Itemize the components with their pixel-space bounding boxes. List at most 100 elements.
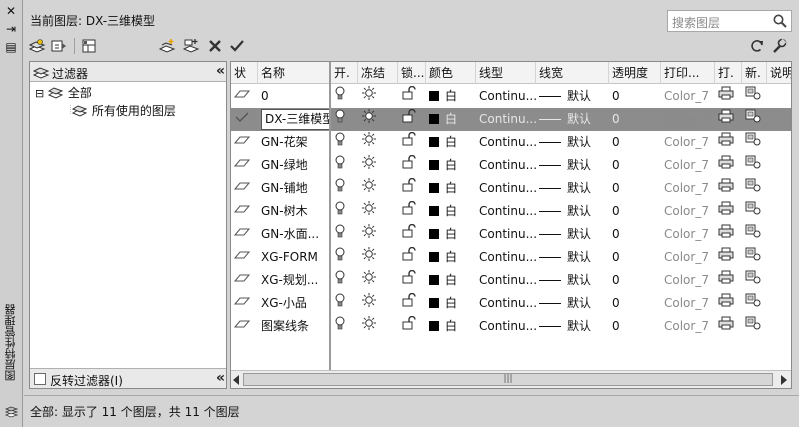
- new-vp-freeze-icon[interactable]: [745, 269, 767, 292]
- color-cell[interactable]: 白: [429, 131, 476, 154]
- layer-transparency[interactable]: 0: [612, 246, 661, 269]
- search-input[interactable]: 搜索图层: [667, 10, 792, 32]
- layer-linetype[interactable]: Continu...: [479, 269, 536, 292]
- on-off-bulb-icon[interactable]: [334, 315, 358, 338]
- lineweight-cell[interactable]: 默认: [539, 223, 609, 246]
- tree-node-used-layers[interactable]: 所有使用的图层: [69, 102, 176, 119]
- column-header-lineweight[interactable]: 线宽: [536, 62, 609, 84]
- close-icon[interactable]: ✕: [3, 4, 19, 18]
- new-vp-freeze-icon[interactable]: [745, 200, 767, 223]
- new-vp-freeze-icon[interactable]: [745, 315, 767, 338]
- layer-name[interactable]: 0: [261, 85, 331, 108]
- delete-layer-icon[interactable]: [206, 37, 224, 55]
- column-header-plot[interactable]: 打.: [715, 62, 742, 84]
- printer-icon[interactable]: [718, 315, 742, 338]
- lineweight-cell[interactable]: 默认: [539, 177, 609, 200]
- color-cell[interactable]: 白: [429, 154, 476, 177]
- layer-row[interactable]: XG-小品 白 Continu... 默认 0 Color_7: [231, 292, 791, 315]
- unlocked-padlock-icon[interactable]: [401, 315, 426, 338]
- color-cell[interactable]: 白: [429, 269, 476, 292]
- new-layer-icon[interactable]: [158, 37, 176, 55]
- on-off-bulb-icon[interactable]: [334, 223, 358, 246]
- color-swatch[interactable]: [429, 275, 439, 285]
- unlocked-padlock-icon[interactable]: [401, 108, 426, 131]
- column-header-name[interactable]: 名称: [258, 62, 331, 84]
- layer-status-icon[interactable]: [234, 269, 258, 292]
- on-off-bulb-icon[interactable]: [334, 108, 358, 131]
- color-swatch[interactable]: [429, 160, 439, 170]
- layer-status-icon[interactable]: [234, 85, 258, 108]
- set-current-icon[interactable]: [228, 37, 246, 55]
- layer-linetype[interactable]: Continu...: [479, 154, 536, 177]
- layer-linetype[interactable]: Continu...: [479, 223, 536, 246]
- printer-icon[interactable]: [718, 131, 742, 154]
- layer-row[interactable]: GN-水面... 白 Continu... 默认 0 Color_7: [231, 223, 791, 246]
- new-vp-freeze-icon[interactable]: [745, 246, 767, 269]
- lineweight-cell[interactable]: 默认: [539, 246, 609, 269]
- new-vp-freeze-icon[interactable]: [745, 154, 767, 177]
- scroll-left-icon[interactable]: [233, 375, 239, 385]
- layer-row[interactable]: GN-绿地 白 Continu... 默认 0 Color_7: [231, 154, 791, 177]
- freeze-sun-icon[interactable]: [361, 200, 398, 223]
- layer-name[interactable]: XG-FORM: [261, 246, 331, 269]
- name-column-divider[interactable]: [329, 62, 331, 370]
- column-header-on[interactable]: 开.: [331, 62, 358, 84]
- layer-row[interactable]: XG-FORM 白 Continu... 默认 0 Color_7: [231, 246, 791, 269]
- new-vp-freeze-icon[interactable]: [745, 85, 767, 108]
- layer-name[interactable]: DX-三维模型: [261, 109, 331, 130]
- on-off-bulb-icon[interactable]: [334, 269, 358, 292]
- lineweight-cell[interactable]: 默认: [539, 108, 609, 131]
- layer-transparency[interactable]: 0: [612, 292, 661, 315]
- new-vp-freeze-icon[interactable]: [745, 131, 767, 154]
- unlocked-padlock-icon[interactable]: [401, 154, 426, 177]
- new-vp-freeze-icon[interactable]: [745, 177, 767, 200]
- layer-row[interactable]: GN-铺地 白 Continu... 默认 0 Color_7: [231, 177, 791, 200]
- layer-row[interactable]: GN-树木 白 Continu... 默认 0 Color_7: [231, 200, 791, 223]
- on-off-bulb-icon[interactable]: [334, 292, 358, 315]
- column-header-plot-style[interactable]: 打印...: [661, 62, 715, 84]
- layer-linetype[interactable]: Continu...: [479, 85, 536, 108]
- on-off-bulb-icon[interactable]: [334, 177, 358, 200]
- auto-hide-icon[interactable]: ⇥: [3, 22, 19, 36]
- layer-row[interactable]: XG-规划... 白 Continu... 默认 0 Color_7: [231, 269, 791, 292]
- layer-status-icon[interactable]: [234, 131, 258, 154]
- unlocked-padlock-icon[interactable]: [401, 131, 426, 154]
- printer-icon[interactable]: [718, 292, 742, 315]
- lineweight-cell[interactable]: 默认: [539, 85, 609, 108]
- color-cell[interactable]: 白: [429, 246, 476, 269]
- on-off-bulb-icon[interactable]: [334, 246, 358, 269]
- color-swatch[interactable]: [429, 298, 439, 308]
- unlocked-padlock-icon[interactable]: [401, 292, 426, 315]
- lineweight-cell[interactable]: 默认: [539, 131, 609, 154]
- freeze-sun-icon[interactable]: [361, 108, 398, 131]
- color-swatch[interactable]: [429, 252, 439, 262]
- scroll-right-icon[interactable]: [781, 375, 787, 385]
- unlocked-padlock-icon[interactable]: [401, 200, 426, 223]
- freeze-sun-icon[interactable]: [361, 131, 398, 154]
- tree-node-all[interactable]: ⊟ 全部: [35, 84, 92, 101]
- color-cell[interactable]: 白: [429, 292, 476, 315]
- layer-status-icon[interactable]: [234, 292, 258, 315]
- layer-linetype[interactable]: Continu...: [479, 292, 536, 315]
- layer-transparency[interactable]: 0: [612, 315, 661, 338]
- scroll-thumb[interactable]: |||: [243, 373, 773, 386]
- layer-name[interactable]: XG-规划...: [261, 269, 331, 292]
- column-header-transparency[interactable]: 透明度: [609, 62, 661, 84]
- color-cell[interactable]: 白: [429, 200, 476, 223]
- new-group-filter-icon[interactable]: [50, 37, 68, 55]
- color-swatch[interactable]: [429, 183, 439, 193]
- layer-linetype[interactable]: Continu...: [479, 131, 536, 154]
- layer-row[interactable]: GN-花架 白 Continu... 默认 0 Color_7: [231, 131, 791, 154]
- printer-icon[interactable]: [718, 223, 742, 246]
- freeze-sun-icon[interactable]: [361, 246, 398, 269]
- layer-row[interactable]: 图案线条 白 Continu... 默认 0 Color_7: [231, 315, 791, 338]
- layer-status-icon[interactable]: [234, 200, 258, 223]
- printer-icon[interactable]: [718, 200, 742, 223]
- layer-transparency[interactable]: 0: [612, 131, 661, 154]
- layer-transparency[interactable]: 0: [612, 177, 661, 200]
- column-header-status[interactable]: 状: [231, 62, 258, 84]
- new-vp-freeze-icon[interactable]: [745, 223, 767, 246]
- horizontal-scrollbar[interactable]: |||: [231, 370, 791, 388]
- freeze-sun-icon[interactable]: [361, 85, 398, 108]
- unlocked-padlock-icon[interactable]: [401, 223, 426, 246]
